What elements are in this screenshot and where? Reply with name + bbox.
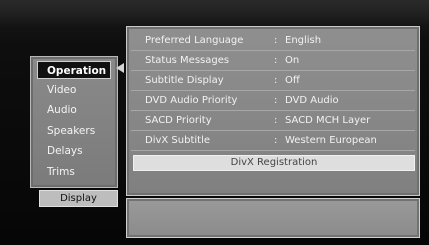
osd-screen: Operation Video Audio Speakers Delays Tr… bbox=[0, 0, 429, 245]
setting-separator: : bbox=[274, 55, 278, 66]
setting-separator: : bbox=[274, 115, 278, 126]
setting-label: Subtitle Display bbox=[145, 75, 224, 86]
setting-row-divx-subtitle[interactable]: DivX Subtitle : Western European bbox=[131, 131, 415, 151]
setting-row-status-messages[interactable]: Status Messages : On bbox=[131, 51, 415, 71]
setting-separator: : bbox=[274, 75, 278, 86]
screen-shade bbox=[0, 0, 429, 26]
menu-item-speakers[interactable]: Speakers bbox=[37, 122, 111, 140]
menu-item-video[interactable]: Video bbox=[37, 81, 111, 99]
menu-item-operation[interactable]: Operation bbox=[37, 61, 111, 79]
setting-label: DivX Subtitle bbox=[145, 135, 211, 146]
setting-value: English bbox=[285, 35, 322, 46]
display-button[interactable]: Display bbox=[39, 190, 118, 207]
setting-row-sacd-priority[interactable]: SACD Priority : SACD MCH Layer bbox=[131, 111, 415, 131]
setting-label: DVD Audio Priority bbox=[145, 95, 238, 106]
info-panel bbox=[126, 198, 420, 238]
selection-arrow-icon bbox=[116, 63, 124, 73]
menu-item-audio[interactable]: Audio bbox=[37, 101, 111, 119]
settings-panel: Preferred Language : English Status Mess… bbox=[126, 26, 420, 196]
setting-value: Western European bbox=[285, 135, 377, 146]
setting-label: Preferred Language bbox=[145, 35, 244, 46]
setting-value: On bbox=[285, 55, 300, 66]
setting-value: Off bbox=[285, 75, 300, 86]
divx-registration-button[interactable]: DivX Registration bbox=[133, 155, 415, 171]
setting-row-preferred-language[interactable]: Preferred Language : English bbox=[131, 31, 415, 51]
setting-row-subtitle-display[interactable]: Subtitle Display : Off bbox=[131, 71, 415, 91]
setting-row-dvd-audio-priority[interactable]: DVD Audio Priority : DVD Audio bbox=[131, 91, 415, 111]
menu-item-delays[interactable]: Delays bbox=[37, 142, 111, 160]
menu-item-trims[interactable]: Trims bbox=[37, 163, 111, 181]
setting-separator: : bbox=[274, 95, 278, 106]
setting-value: DVD Audio bbox=[285, 95, 339, 106]
setup-menu: Operation Video Audio Speakers Delays Tr… bbox=[30, 56, 118, 188]
setting-value: SACD MCH Layer bbox=[285, 115, 371, 126]
setting-separator: : bbox=[274, 35, 278, 46]
setting-label: SACD Priority bbox=[145, 115, 212, 126]
setting-label: Status Messages bbox=[145, 55, 230, 66]
setting-separator: : bbox=[274, 135, 278, 146]
